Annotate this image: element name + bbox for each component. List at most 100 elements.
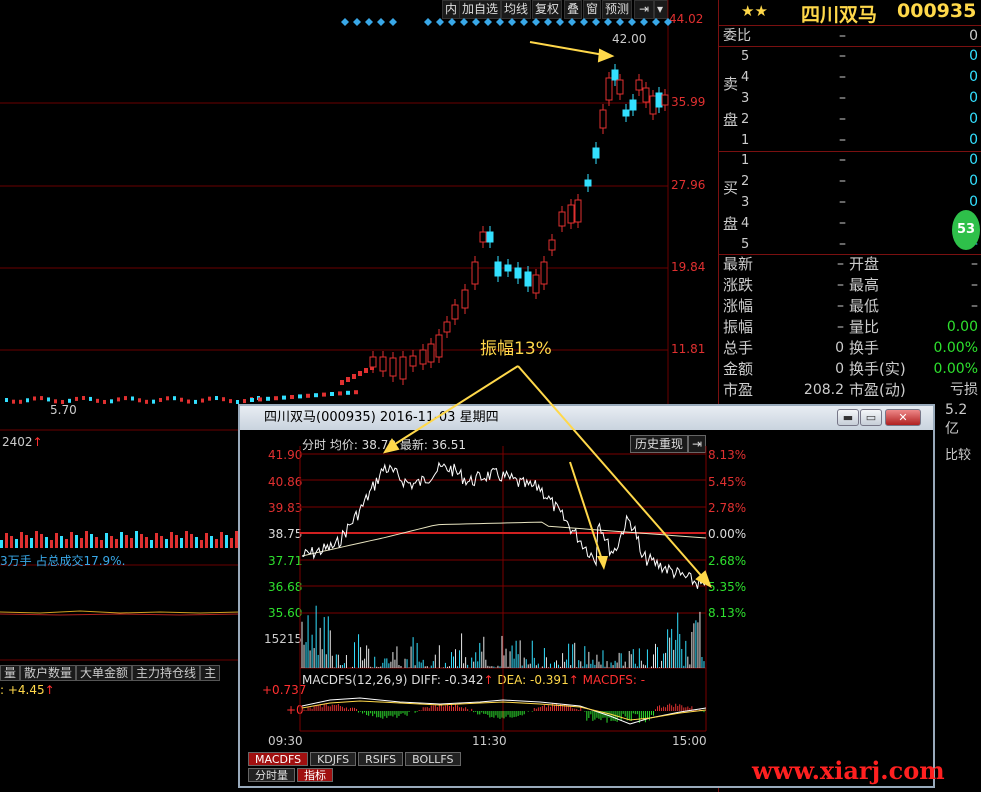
- high-price-label: 42.00: [612, 32, 647, 46]
- volume-bar: [100, 540, 103, 548]
- tab-big-order[interactable]: 大单金额: [76, 665, 133, 681]
- tab-main-position[interactable]: 主力持仓线: [132, 665, 201, 681]
- candle: [19, 399, 22, 404]
- signal-marker: [616, 18, 624, 26]
- buy-row: 1–0: [741, 152, 978, 168]
- volume-bar: [125, 535, 128, 548]
- candle: [322, 392, 326, 397]
- tab-macdfs[interactable]: MACDFS: [248, 752, 309, 766]
- candle: [40, 396, 43, 401]
- signal-marker: [460, 18, 468, 26]
- volume-bar: [10, 536, 13, 548]
- compare-partial[interactable]: 比较: [945, 444, 971, 463]
- candle: [131, 396, 134, 401]
- sell-row: 3–0: [741, 90, 978, 106]
- candle: [584, 179, 592, 187]
- signal-marker: [568, 18, 576, 26]
- floating-badge[interactable]: 53: [952, 210, 980, 250]
- signal-marker: [520, 18, 528, 26]
- candle: [486, 231, 494, 243]
- candle: [26, 398, 29, 403]
- candle: [389, 357, 397, 377]
- signal-marker: [424, 18, 432, 26]
- candle: [298, 394, 302, 399]
- tab-volume[interactable]: 量: [0, 665, 21, 681]
- volume-bar: [90, 534, 93, 548]
- volume-bar: [15, 539, 18, 548]
- candle: [435, 334, 443, 358]
- candle: [215, 396, 218, 401]
- candle: [599, 109, 607, 129]
- signal-marker: [365, 18, 373, 26]
- candle: [346, 377, 350, 382]
- indicator-value: : +4.45↑: [0, 683, 55, 697]
- candle: [443, 321, 451, 333]
- candle: [514, 267, 522, 279]
- candle: [258, 397, 262, 402]
- candle: [427, 343, 435, 363]
- candle: [352, 374, 356, 379]
- volume-bar: [185, 531, 188, 548]
- volume-bar: [175, 535, 178, 548]
- volume-bar: [55, 533, 58, 548]
- volume-bar: [205, 533, 208, 548]
- candle: [379, 356, 387, 372]
- tab-kdjfs[interactable]: KDJFS: [310, 752, 357, 766]
- volume-bar: [50, 540, 53, 548]
- signal-marker: [436, 18, 444, 26]
- candle: [532, 274, 540, 294]
- candle: [12, 399, 15, 404]
- candle: [567, 204, 575, 224]
- candle: [306, 393, 310, 398]
- volume-bar: [190, 534, 193, 548]
- watermark: www.xiarj.com: [752, 756, 945, 785]
- tab-minute-volume[interactable]: 分时量: [248, 768, 295, 782]
- sell-row: 2–0: [741, 111, 978, 127]
- candle: [96, 398, 99, 403]
- volume-bar: [115, 539, 118, 548]
- stat-row: 金额 0 换手(实) 0.00%: [723, 360, 978, 378]
- candle: [649, 95, 657, 115]
- indicator-tab-bar: MACDFS KDJFS RSIFS BOLLFS: [248, 752, 463, 766]
- candle: [655, 92, 663, 108]
- volume-bar: [45, 537, 48, 548]
- candle: [75, 396, 78, 401]
- candle: [138, 398, 141, 403]
- candle: [290, 395, 294, 399]
- candle: [152, 399, 155, 404]
- stat-row: 最新 – 开盘 –: [723, 255, 978, 273]
- candle: [82, 396, 85, 401]
- candle: [471, 261, 479, 285]
- candle: [314, 393, 318, 398]
- tab-indicator[interactable]: 指标: [297, 768, 333, 782]
- candle: [548, 239, 556, 251]
- signal-marker: [508, 18, 516, 26]
- volume-bar: [160, 536, 163, 548]
- candle: [338, 391, 342, 396]
- volume-bar: [105, 533, 108, 548]
- volume-bar: [180, 538, 183, 548]
- signal-marker: [556, 18, 564, 26]
- intraday-chart: [299, 446, 707, 732]
- signal-marker: [544, 18, 552, 26]
- intraday-popup-window[interactable]: 四川双马(000935) 2016-11-03 星期四 ▬ ▭ ✕ 分时 均价:…: [238, 404, 935, 788]
- volume-bar: [230, 538, 233, 548]
- stat-row: 市盈 208.2 市盈(动) 亏损: [723, 381, 978, 399]
- volume-bar: [155, 533, 158, 548]
- star-icon: ★★: [741, 2, 768, 20]
- candle: [369, 356, 377, 368]
- tab-bollfs[interactable]: BOLLFS: [405, 752, 461, 766]
- volume-bar: [215, 539, 218, 548]
- buy-row: 5––: [741, 236, 978, 252]
- volume-bar: [70, 532, 73, 548]
- tab-rsifs[interactable]: RSIFS: [358, 752, 404, 766]
- volume-bar: [220, 532, 223, 548]
- candle: [364, 368, 368, 373]
- buy-row: 2–0: [741, 173, 978, 189]
- candle: [605, 77, 613, 101]
- tab-main[interactable]: 主: [200, 665, 221, 681]
- candle: [194, 399, 197, 404]
- tab-retail-count[interactable]: 散户数量: [20, 665, 77, 681]
- candle: [524, 271, 532, 287]
- candle: [340, 380, 344, 385]
